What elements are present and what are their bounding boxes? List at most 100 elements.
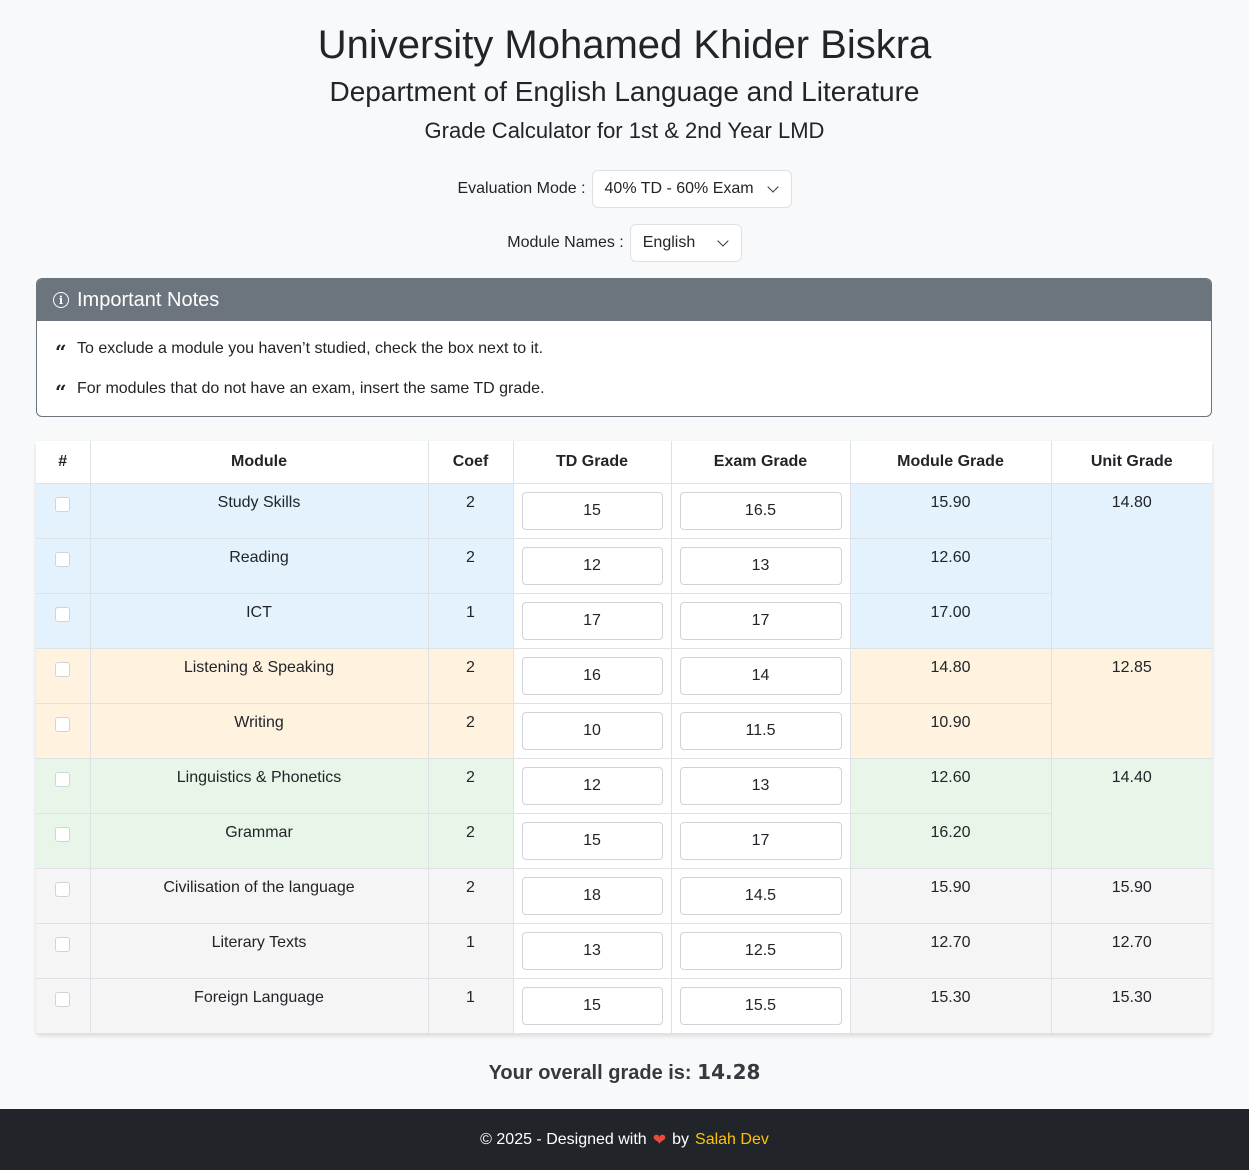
exclude-cell [36, 757, 91, 814]
exam-grade-cell [670, 812, 851, 869]
exclude-checkbox[interactable] [55, 551, 71, 567]
td-grade-input[interactable] [521, 711, 663, 750]
exclude-checkbox[interactable] [55, 771, 71, 787]
td-grade-input[interactable] [521, 821, 663, 860]
exclude-checkbox[interactable] [55, 716, 71, 732]
quote-icon: “ [55, 340, 67, 364]
exam-grade-cell [670, 537, 851, 594]
table-row: Reading 2 12.60 [36, 537, 1212, 594]
exam-grade-input[interactable] [679, 656, 842, 695]
footer: © 2025 - Designed with ❤ by Salah Dev [0, 1109, 1249, 1170]
table-header-row: # Module Coef TD Grade Exam Grade Module… [36, 441, 1212, 484]
column-header-number: # [36, 441, 91, 484]
module-coef: 1 [427, 922, 514, 979]
td-grade-input[interactable] [521, 986, 663, 1025]
exclude-cell [36, 867, 91, 924]
table-row: Civilisation of the language 2 15.90 15.… [36, 867, 1212, 924]
unit-grade: 14.80 [1050, 482, 1212, 649]
overall-grade-value: 14.28 [697, 1060, 761, 1084]
page-title: University Mohamed Khider Biskra [317, 23, 932, 67]
exclude-checkbox[interactable] [55, 826, 71, 842]
page-header: University Mohamed Khider Biskra Departm… [0, 0, 1249, 144]
exclude-cell [36, 592, 91, 649]
exam-grade-input[interactable] [679, 766, 842, 805]
exam-grade-input[interactable] [679, 821, 842, 860]
exam-grade-input[interactable] [679, 931, 842, 970]
module-grade: 15.90 [849, 482, 1052, 539]
unit-grade: 14.40 [1050, 757, 1212, 869]
module-grade: 12.60 [849, 757, 1052, 814]
exam-grade-input[interactable] [679, 986, 842, 1025]
evaluation-mode-label: Evaluation Mode : [457, 180, 586, 197]
exam-grade-input[interactable] [679, 711, 842, 750]
exclude-checkbox[interactable] [55, 991, 71, 1007]
td-grade-input[interactable] [521, 656, 663, 695]
column-header-exam-grade: Exam Grade [670, 441, 851, 484]
exclude-checkbox[interactable] [55, 606, 71, 622]
module-name: Study Skills [89, 482, 429, 539]
column-header-module: Module [89, 441, 429, 484]
grades-table: # Module Coef TD Grade Exam Grade Module… [36, 441, 1212, 1034]
module-grade: 15.90 [849, 867, 1052, 924]
td-grade-cell [512, 977, 672, 1034]
exclude-checkbox[interactable] [55, 881, 71, 897]
td-grade-input[interactable] [521, 601, 663, 640]
td-grade-input[interactable] [521, 546, 663, 585]
exclude-checkbox[interactable] [55, 661, 71, 677]
column-header-unit-grade: Unit Grade [1050, 441, 1212, 484]
exclude-checkbox[interactable] [55, 936, 71, 952]
notes-title: Important Notes [77, 288, 220, 311]
exam-grade-cell [670, 592, 851, 649]
exam-grade-input[interactable] [679, 546, 842, 585]
exam-grade-input[interactable] [679, 491, 842, 530]
module-names-select[interactable]: English [629, 224, 742, 262]
department-title: Department of English Language and Liter… [329, 76, 920, 107]
td-grade-input[interactable] [521, 491, 663, 530]
module-names-value: English [642, 234, 696, 251]
exclude-checkbox[interactable] [55, 496, 71, 512]
author-link[interactable]: Salah Dev [695, 1131, 769, 1149]
table-row: Linguistics & Phonetics 2 12.60 14.40 [36, 757, 1212, 869]
unit-grade: 12.70 [1050, 922, 1212, 979]
exam-grade-cell [670, 977, 851, 1034]
module-grade: 15.30 [849, 977, 1052, 1034]
exclude-cell [36, 482, 91, 539]
overall-grade-label: Your overall grade is: [488, 1062, 692, 1084]
evaluation-mode-select[interactable]: 40% TD - 60% Exam [591, 170, 792, 208]
table-row: ICT 1 17.00 [36, 592, 1212, 649]
exclude-cell [36, 537, 91, 594]
td-grade-input[interactable] [521, 931, 663, 970]
table-row: Foreign Language 1 15.30 15.30 [36, 977, 1212, 1034]
table-row: Literary Texts 1 12.70 12.70 [36, 922, 1212, 979]
exam-grade-input[interactable] [679, 876, 842, 915]
module-coef: 2 [427, 702, 514, 759]
footer-text: © 2025 - Designed with [480, 1130, 647, 1148]
module-name: Linguistics & Phonetics [89, 757, 429, 814]
exam-grade-cell [670, 647, 851, 704]
evaluation-mode-value: 40% TD - 60% Exam [604, 180, 754, 197]
module-grade: 17.00 [849, 592, 1051, 649]
module-coef: 2 [427, 757, 514, 814]
td-grade-cell [512, 702, 672, 759]
module-name: Reading [89, 537, 429, 594]
note-item: “ To exclude a module you haven’t studie… [55, 339, 1193, 364]
exclude-cell [36, 702, 91, 759]
td-grade-input[interactable] [521, 766, 663, 805]
evaluation-mode-row: Evaluation Mode : 40% TD - 60% Exam [0, 170, 1249, 208]
td-grade-cell [512, 482, 672, 539]
exclude-cell [36, 922, 91, 979]
exclude-cell [36, 647, 91, 704]
important-notes-card: i Important Notes “ To exclude a module … [36, 278, 1212, 417]
exam-grade-input[interactable] [679, 601, 842, 640]
module-name: Foreign Language [89, 977, 429, 1034]
module-grade: 16.20 [849, 812, 1051, 869]
module-name: Listening & Speaking [89, 647, 429, 704]
unit-grade: 12.85 [1050, 647, 1212, 759]
exam-grade-cell [670, 702, 851, 759]
module-coef: 1 [427, 592, 514, 649]
column-header-td-grade: TD Grade [512, 441, 672, 484]
exam-grade-cell [670, 867, 851, 924]
td-grade-cell [512, 757, 672, 814]
td-grade-input[interactable] [521, 876, 663, 915]
note-text: To exclude a module you haven’t studied,… [77, 340, 544, 357]
